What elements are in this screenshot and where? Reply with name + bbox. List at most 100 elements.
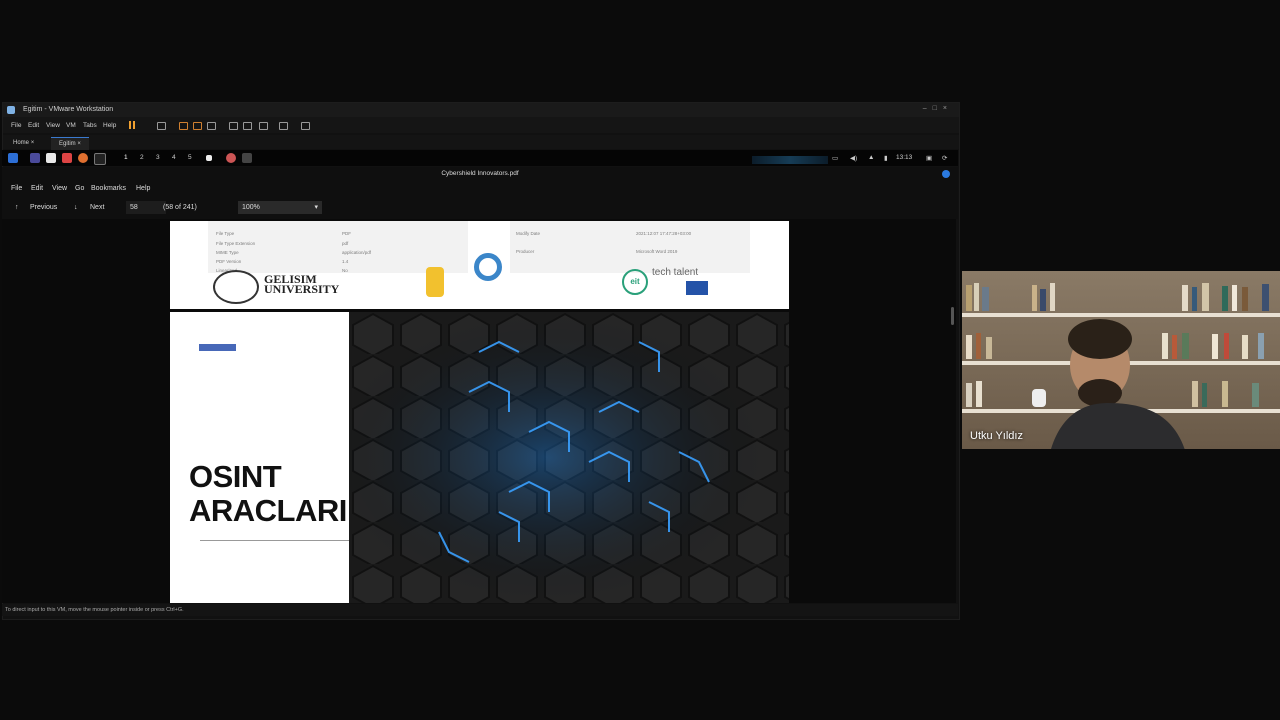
workspace-2[interactable]: 2 — [140, 154, 144, 161]
app-task-icon[interactable] — [226, 153, 236, 163]
library-icon[interactable] — [229, 122, 238, 130]
meta-value: 2021:12:07 17:47:28+03:00 — [636, 231, 692, 236]
close-icon[interactable]: × — [31, 140, 35, 146]
snapshot-manager-icon[interactable] — [207, 122, 216, 130]
meta-value: No — [342, 268, 348, 273]
tab-egitim-label: Egitim — [59, 141, 76, 147]
clock[interactable]: 13:13 — [896, 154, 912, 161]
thumbnail-icon[interactable] — [243, 122, 252, 130]
menu-file[interactable]: File — [11, 122, 21, 129]
menu-view[interactable]: View — [46, 122, 60, 129]
pdf-menu-view[interactable]: View — [52, 185, 67, 192]
vmware-logo-icon — [7, 106, 15, 114]
firefox-icon[interactable] — [78, 153, 88, 163]
vmware-window-title: Egitim - VMware Workstation — [23, 106, 114, 113]
workspace-3[interactable]: 3 — [156, 154, 160, 161]
hexagon-background-image — [349, 312, 789, 603]
file-manager-icon[interactable] — [46, 153, 56, 163]
zoom-select[interactable]: 100% ▾ — [238, 201, 322, 214]
pdf-page-58: OSINT ARACLARI — [170, 312, 789, 603]
window-task-icon[interactable] — [206, 155, 212, 161]
vertical-scrollbar[interactable] — [950, 219, 956, 603]
meta-label: File Type Extension — [216, 241, 256, 246]
vmware-tabbar: Home × Egitim × — [3, 135, 959, 150]
page-count: (58 of 241) — [163, 204, 197, 211]
page-number-input[interactable] — [126, 201, 166, 214]
text-editor-icon[interactable] — [62, 153, 72, 163]
menu-edit[interactable]: Edit — [28, 122, 39, 129]
arrow-down-icon[interactable]: ↓ — [74, 204, 78, 211]
participant-name: Utku Yıldız — [970, 430, 1023, 442]
meta-value: application/pdf — [342, 250, 372, 255]
battery-icon[interactable]: ▮ — [884, 154, 888, 162]
meta-label: MIME Type — [216, 250, 239, 255]
vmware-menubar: File Edit View VM Tabs Help — [3, 117, 959, 133]
status-text: To direct input to this VM, move the mou… — [5, 607, 184, 613]
university-seal-icon — [213, 270, 259, 304]
notification-bell-icon[interactable]: ▲ — [868, 154, 874, 161]
slide-title-line-2: ARACLARI — [189, 493, 347, 528]
pdf-menu-file[interactable]: File — [11, 185, 22, 192]
meta-value: pdf — [342, 241, 349, 246]
slide-left-panel: OSINT ARACLARI — [170, 312, 349, 603]
show-desktop-icon[interactable] — [30, 153, 40, 163]
menu-tabs[interactable]: Tabs — [83, 122, 97, 129]
metadata-overlay-right: Modify Date Producer 2021:12:07 17:47:28… — [510, 221, 750, 273]
workspace-4[interactable]: 4 — [172, 154, 176, 161]
arrow-up-icon[interactable]: ↑ — [15, 204, 19, 211]
participant-video — [1051, 319, 1185, 449]
eit-circle-icon: eit — [622, 269, 648, 295]
pdf-menu-go[interactable]: Go — [75, 185, 84, 192]
pause-vm-icon[interactable] — [129, 121, 131, 129]
tech-talent-text: tech talent — [652, 267, 699, 278]
accent-bar — [199, 344, 236, 351]
volume-icon[interactable]: ◀) — [850, 154, 857, 162]
close-window-icon[interactable] — [942, 170, 950, 178]
pdf-menu-bookmarks[interactable]: Bookmarks — [91, 185, 126, 192]
send-keys-icon[interactable] — [157, 122, 166, 130]
tab-home[interactable]: Home × — [5, 137, 42, 149]
workspace-5[interactable]: 5 — [188, 154, 192, 161]
snapshot-icon[interactable] — [179, 122, 188, 130]
zoom-value: 100% — [242, 204, 260, 211]
tab-egitim[interactable]: Egitim × — [51, 137, 89, 150]
pio-logo-blue-ring — [474, 253, 502, 281]
previous-button[interactable]: Previous — [30, 204, 57, 211]
next-button[interactable]: Next — [90, 204, 104, 211]
pdf-menu-help[interactable]: Help — [136, 185, 150, 192]
books-row-1 — [966, 283, 1269, 311]
menu-help[interactable]: Help — [103, 122, 116, 129]
close-icon[interactable]: × — [77, 141, 81, 147]
menu-vm[interactable]: VM — [66, 122, 76, 129]
revert-snapshot-icon[interactable] — [193, 122, 202, 130]
chevron-down-icon: ▾ — [314, 204, 318, 211]
kali-menu-icon[interactable] — [8, 153, 18, 163]
hexagon-pattern — [349, 312, 789, 603]
lock-icon[interactable]: ▣ — [926, 154, 932, 162]
pdf-toolbar: ↑ Previous ↓ Next (58 of 241) 100% ▾ — [2, 197, 958, 219]
pdf-viewer-titlebar: Cybershield Innovators.pdf — [2, 167, 958, 181]
window-controls[interactable]: –□× — [923, 105, 953, 112]
pdf-menu-edit[interactable]: Edit — [31, 185, 43, 192]
stretch-guest-icon[interactable] — [301, 122, 310, 130]
fullscreen-icon[interactable] — [259, 122, 268, 130]
meta-label: Producer — [516, 249, 535, 254]
webcam-tile: Utku Yıldız — [962, 271, 1280, 449]
pdf-page-57: File Type File Type Extension MIME Type … — [170, 221, 789, 309]
slide-title-line-1: OSINT — [189, 459, 282, 494]
pio-logo-yellow-shape — [426, 267, 444, 297]
app-task-icon-2[interactable] — [242, 153, 252, 163]
console-view-icon[interactable] — [279, 122, 288, 130]
display-icon[interactable]: ▭ — [832, 154, 838, 162]
meta-label: File Type — [216, 231, 235, 236]
meta-label: Modify Date — [516, 231, 541, 236]
slide-title: OSINT ARACLARI — [189, 460, 347, 528]
meta-value: 1.4 — [342, 259, 349, 264]
tab-home-label: Home — [13, 140, 30, 146]
workspace-1[interactable]: 1 — [124, 154, 128, 161]
guest-top-panel: 1 2 3 4 5 ▭ ◀) ▲ ▮ 13:13 ▣ ⟳ — [2, 150, 958, 166]
power-icon[interactable]: ⟳ — [942, 154, 947, 162]
pio-logo — [426, 253, 506, 303]
scrollbar-thumb[interactable] — [951, 307, 954, 325]
terminal-icon[interactable] — [94, 153, 106, 165]
